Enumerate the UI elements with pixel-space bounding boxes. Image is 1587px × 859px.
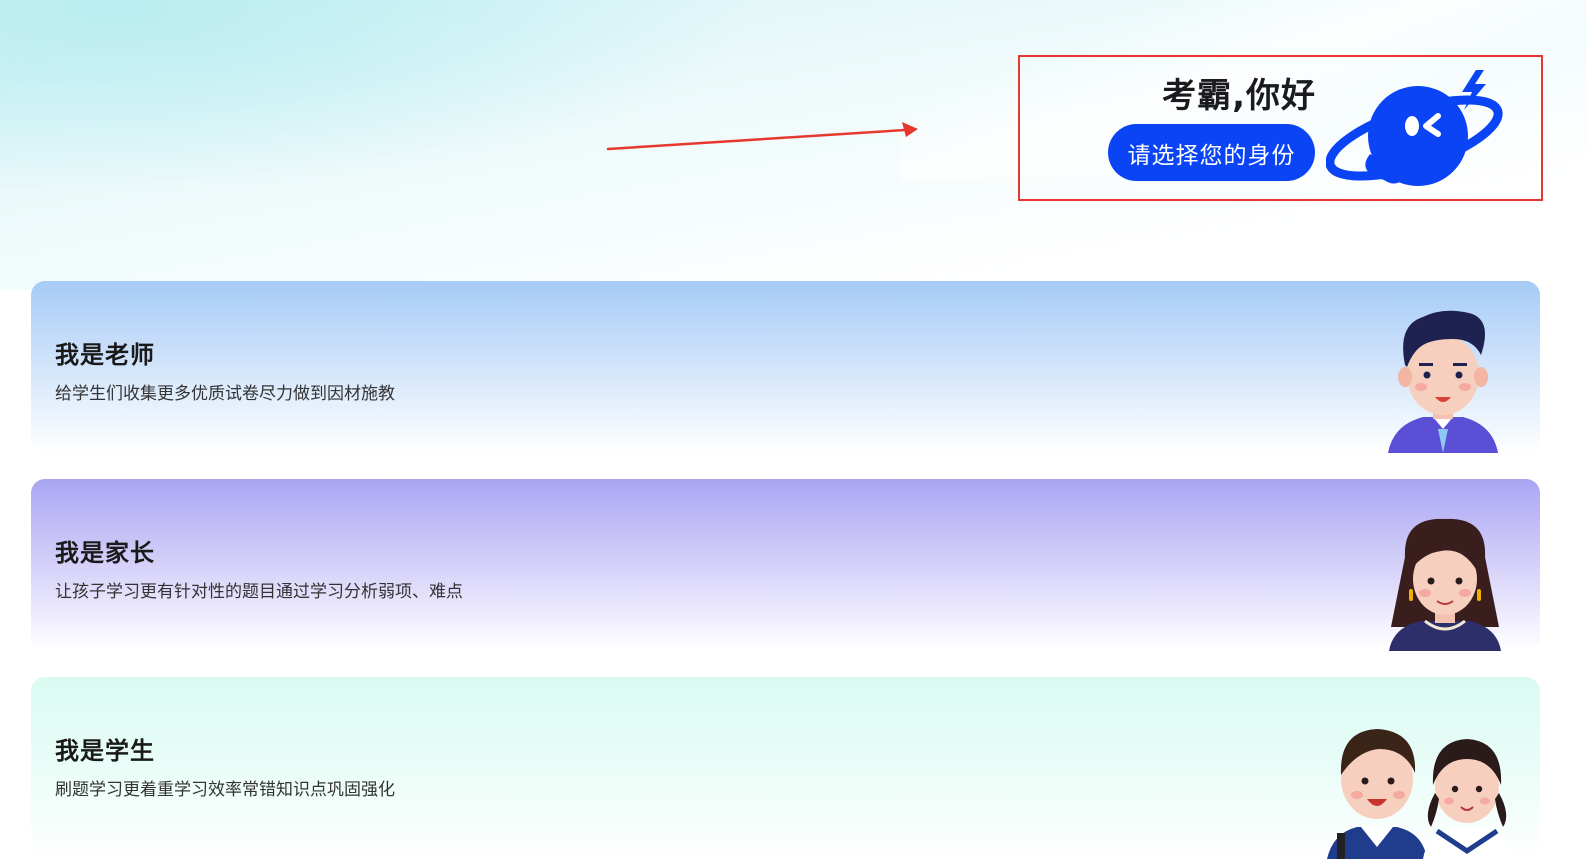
parent-avatar-icon [1389,518,1501,651]
annotation-arrow-icon [606,122,918,151]
role-description: 刷题学习更着重学习效率常错知识点巩固强化 [55,780,395,800]
students-avatar-icon [1327,729,1513,859]
role-description: 让孩子学习更有针对性的题目通过学习分析弱项、难点 [55,582,463,602]
greeting-title: 考霸,你好 [1162,76,1316,116]
role-title: 我是老师 [55,341,155,369]
role-title: 我是学生 [55,737,155,765]
choose-identity-button[interactable]: 请选择您的身份 [1108,124,1315,181]
role-card-parent[interactable]: 我是家长 让孩子学习更有针对性的题目通过学习分析弱项、难点 [31,479,1540,651]
role-card-student[interactable]: 我是学生 刷题学习更着重学习效率常错知识点巩固强化 [31,677,1540,859]
role-description: 给学生们收集更多优质试卷尽力做到因材施教 [55,384,395,404]
role-card-teacher[interactable]: 我是老师 给学生们收集更多优质试卷尽力做到因材施教 [31,281,1540,453]
teacher-avatar-icon [1388,310,1498,453]
role-title: 我是家长 [55,539,155,567]
mascot-planet-icon [1326,70,1503,186]
